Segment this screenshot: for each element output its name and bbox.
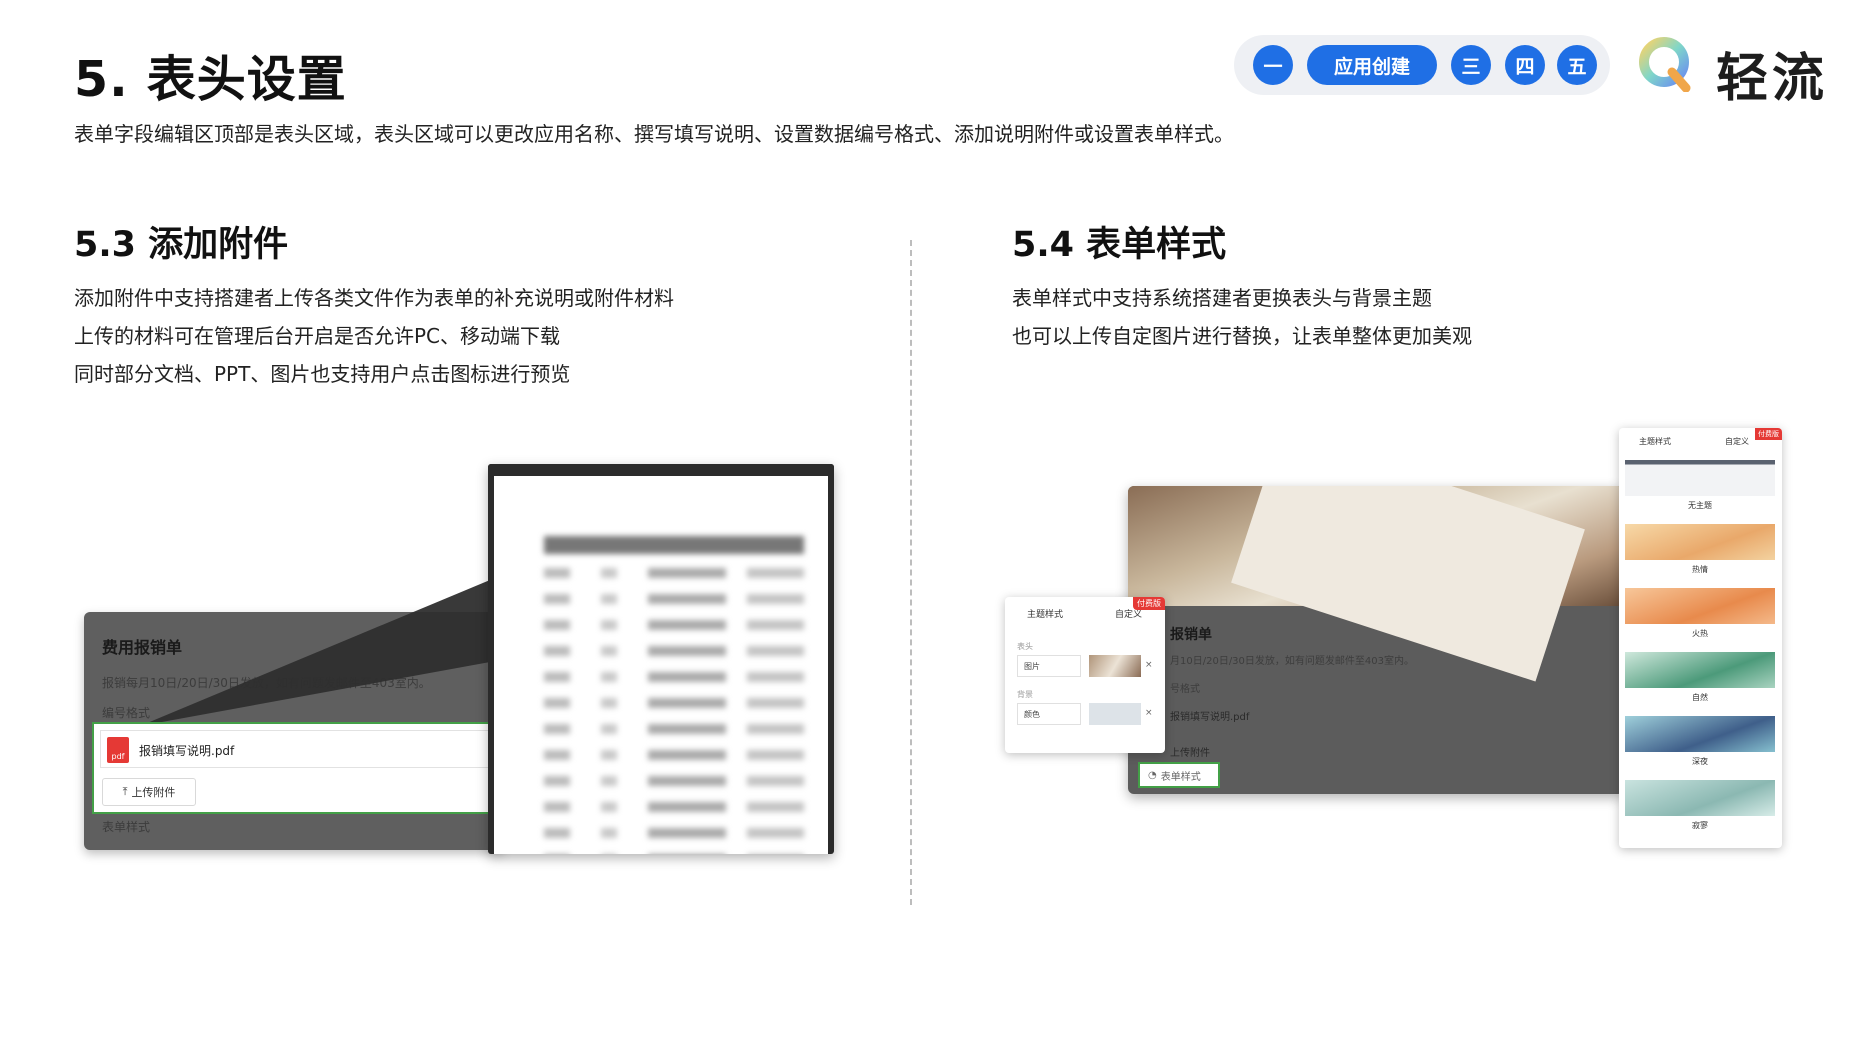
page-title: 5. 表头设置 [74,51,347,108]
chapter-nav-item-app-create[interactable]: 应用创建 [1307,45,1437,85]
section-line: 上传的材料可在管理后台开启是否允许PC、移动端下载 [74,324,561,348]
form-title: 报销单 [1170,627,1212,643]
blurred-document-content [544,536,804,854]
header-image-thumb[interactable] [1089,655,1141,677]
theme-option-midnight[interactable]: 深夜 [1625,716,1775,774]
preview-page [494,476,828,854]
upload-attachment-label[interactable]: 上传附件 [1170,744,1210,759]
form-title: 费用报销单 [102,638,183,657]
attachment-field: pdf 报销填写说明.pdf ⤒ 上传附件 [92,722,500,814]
remove-header-icon[interactable]: × [1145,660,1153,670]
upload-button-label: 上传附件 [131,786,176,799]
chapter-nav-item-3[interactable]: 三 [1451,45,1491,85]
form-description: 报销每月10日/20日/30日发放，如有问题发邮件至403室内。 [102,676,431,690]
logo-wordmark: 轻流 [1716,49,1829,109]
paid-badge: 付费版 [1133,597,1165,610]
theme-option-passion[interactable]: 热情 [1625,524,1775,582]
preview-toolbar [488,464,834,476]
style-settings-panel: 主题样式 自定义 付费版 表头 图片 × 背景 颜色 × [1005,597,1165,753]
theme-option-nature[interactable]: 自然 [1625,652,1775,710]
section-title-form-style: 5.4 表单样式 [1012,225,1227,265]
tab-theme-style[interactable]: 主题样式 [1639,436,1671,447]
tab-theme-style[interactable]: 主题样式 [1027,607,1063,620]
upload-icon: ⤒ [122,785,128,798]
form-style-button[interactable]: ◔ 表单样式 [1138,762,1220,788]
brand-logo: 轻流 [1638,36,1828,109]
form-style-button-label: 表单样式 [1160,771,1201,783]
attachment-file-item[interactable]: pdf 报销填写说明.pdf [100,730,498,768]
background-type-select[interactable]: 颜色 [1017,703,1081,725]
section-line: 添加附件中支持搭建者上传各类文件作为表单的补充说明或附件材料 [74,286,674,310]
chapter-nav-item-1[interactable]: 一 [1253,45,1293,85]
upload-attachment-button[interactable]: ⤒ 上传附件 [102,778,196,806]
header-setting-label: 表头 [1017,642,1033,651]
number-format-label: 编号格式 [102,706,151,720]
palette-icon: ◔ [1148,769,1157,781]
form-description: 月10日/20日/30日发放，如有问题发邮件至403室内。 [1170,656,1414,667]
remove-background-icon[interactable]: × [1145,708,1153,718]
chapter-nav-item-5[interactable]: 五 [1557,45,1597,85]
form-style-label: 表单样式 [102,820,151,834]
background-setting-label: 背景 [1017,690,1033,699]
number-format-label: 号格式 [1170,684,1200,695]
theme-option-none[interactable]: 无主题 [1625,460,1775,518]
attachment-file-name[interactable]: 报销填写说明.pdf [139,742,234,759]
section-divider [910,240,912,905]
attachment-file-name[interactable]: 报销填写说明.pdf [1170,708,1249,723]
background-color-swatch[interactable] [1089,703,1141,725]
styled-form-card: 报销单 月10日/20日/30日发放，如有问题发邮件至403室内。 号格式 报销… [1128,486,1624,794]
header-type-select[interactable]: 图片 [1017,655,1081,677]
pdf-file-icon: pdf [107,737,129,763]
section-line: 同时部分文档、PPT、图片也支持用户点击图标进行预览 [74,362,571,386]
tab-custom[interactable]: 自定义 [1725,436,1749,447]
chapter-nav-item-4[interactable]: 四 [1505,45,1545,85]
page-subtitle: 表单字段编辑区顶部是表头区域，表头区域可以更改应用名称、撰写填写说明、设置数据编… [74,122,1234,146]
theme-list-panel: 主题样式 自定义 付费版 无主题 热情 火热 自然 深夜 寂寥 [1619,428,1782,848]
section-line: 表单样式中支持系统搭建者更换表头与背景主题 [1012,286,1432,310]
section-title-attachment: 5.3 添加附件 [74,225,289,265]
paid-badge: 付费版 [1755,428,1782,440]
chapter-nav: 一 应用创建 三 四 五 [1234,35,1610,95]
header-photo [1128,486,1624,682]
section-line: 也可以上传自定图片进行替换，让表单整体更加美观 [1012,324,1472,348]
theme-option-fiery[interactable]: 火热 [1625,588,1775,646]
document-preview-window [488,464,834,854]
theme-option-solitude[interactable]: 寂寥 [1625,780,1775,838]
logo-mark-icon [1639,37,1691,92]
